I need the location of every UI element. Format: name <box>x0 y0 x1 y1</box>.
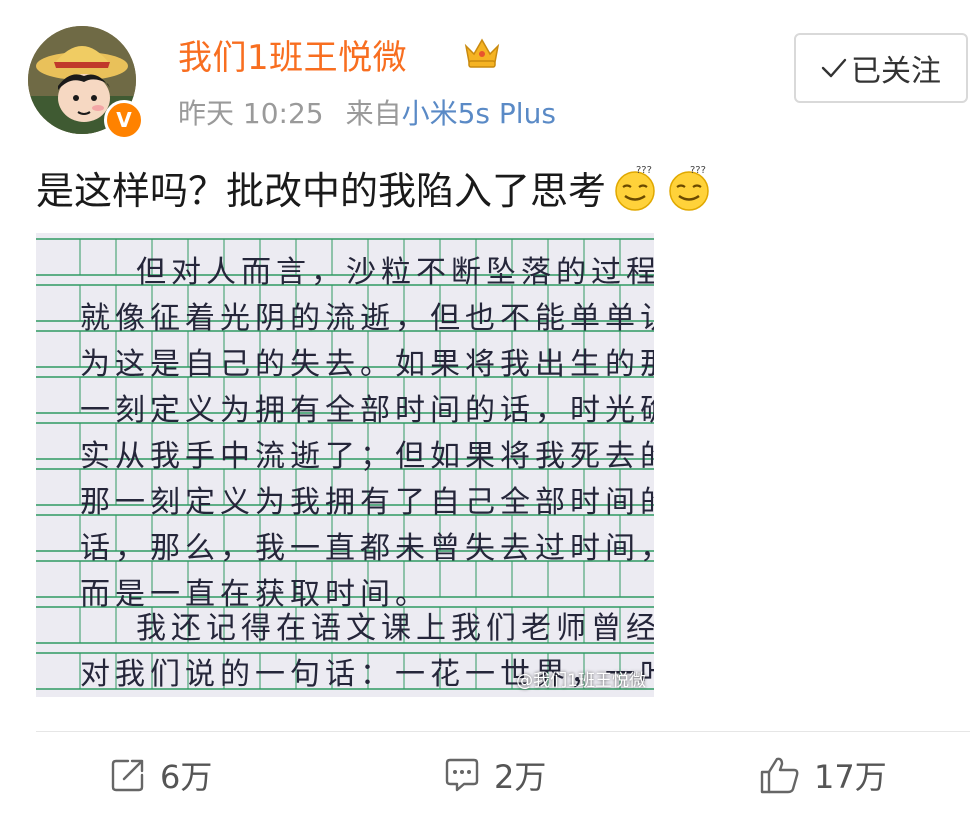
hw-line: 为这是自己的失去。如果将我出生的那 <box>80 347 654 382</box>
svg-text:???: ??? <box>636 165 652 176</box>
hw-line: 就像征着光阴的流逝，但也不能单单认 <box>80 301 654 336</box>
hw-line: 话，那么，我一直都未曾失去过时间， <box>80 531 654 566</box>
source-prefix: 来自 <box>345 97 402 130</box>
follow-label: 已关注 <box>851 54 941 89</box>
crown-icon[interactable] <box>462 36 502 74</box>
hw-line: 一刻定义为拥有全部时间的话，时光确 <box>80 393 654 428</box>
comment-count: 2万 <box>494 758 547 796</box>
repost-icon <box>111 759 144 792</box>
thumbs-up-icon <box>760 757 799 794</box>
verified-icon: V <box>104 100 144 140</box>
thinking-emoji: ??? <box>669 165 709 211</box>
hw-line: 那一刻定义为我拥有了自己全部时间的 <box>80 485 654 520</box>
image-watermark: @我们1班王悦微 <box>516 671 646 691</box>
hw-line: 实从我手中流逝了；但如果将我死去的 <box>80 439 654 474</box>
comment-button[interactable]: 2万 <box>442 752 546 798</box>
repost-count: 6万 <box>160 758 213 796</box>
follow-button[interactable]: 已关注 <box>794 33 968 103</box>
post-image[interactable]: 但对人而言，沙粒不断坠落的过程 就像征着光阴的流逝，但也不能单单认 为这是自己的… <box>36 233 654 697</box>
source-link[interactable]: 小米5s Plus <box>402 97 556 130</box>
thinking-emoji: ??? <box>615 165 655 211</box>
divider <box>36 731 970 732</box>
check-icon <box>821 58 847 78</box>
svg-text:???: ??? <box>690 165 706 176</box>
repost-button[interactable]: 6万 <box>108 752 212 798</box>
post-time: 昨天 10:25 <box>178 97 324 130</box>
like-button[interactable]: 17万 <box>758 752 887 798</box>
comment-icon <box>445 758 479 792</box>
post-body: 是这样吗？批改中的我陷入了思考 <box>36 169 607 213</box>
like-count: 17万 <box>814 758 887 796</box>
username[interactable]: 我们1班王悦微 <box>178 30 407 79</box>
hw-line: 我还记得在语文课上我们老师曾经 <box>136 611 654 646</box>
handwriting: 但对人而言，沙粒不断坠落的过程 就像征着光阴的流逝，但也不能单单认 为这是自己的… <box>36 233 654 697</box>
post-text: 是这样吗？批改中的我陷入了思考 ??? ??? <box>36 160 714 215</box>
post-meta: 昨天 10:25 来自小米5s Plus <box>178 92 556 132</box>
hw-line: 但对人而言，沙粒不断坠落的过程 <box>136 255 654 290</box>
